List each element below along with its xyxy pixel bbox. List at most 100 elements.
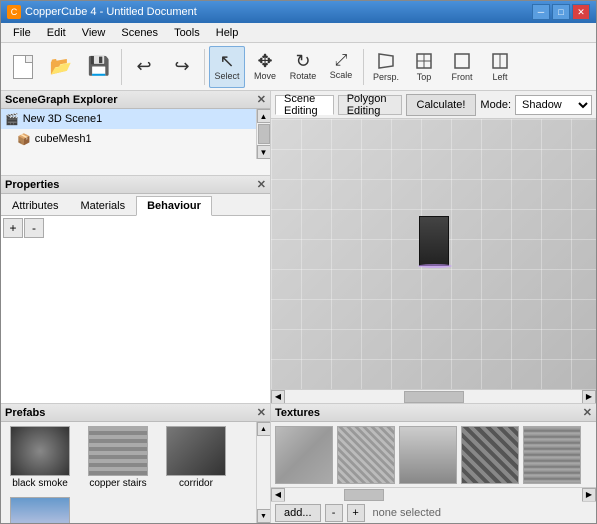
mode-select[interactable]: Shadow Wireframe Solid [515, 95, 592, 115]
texture-thumb-0[interactable] [275, 426, 333, 484]
textures-close[interactable]: ✕ [583, 406, 592, 419]
prefabs-panel: Prefabs ✕ black smoke copper stairs [1, 404, 271, 523]
redo-icon: ↪ [174, 56, 189, 77]
textures-plus-button[interactable]: + [347, 504, 365, 522]
scenegraph-close[interactable]: ✕ [257, 93, 266, 106]
tex-scroll-thumb[interactable] [344, 489, 384, 501]
maximize-button[interactable]: □ [552, 4, 570, 20]
prefabs-scroll-down[interactable]: ▼ [257, 509, 271, 523]
viewport-tab-scene[interactable]: Scene Editing [275, 95, 334, 115]
menu-scenes[interactable]: Scenes [113, 25, 166, 41]
hscroll-right-btn[interactable]: ▶ [582, 390, 596, 404]
undo-button[interactable]: ↩ [126, 46, 162, 88]
texture-thumb-3[interactable] [461, 426, 519, 484]
textures-hscrollbar[interactable]: ◀ ▶ [271, 487, 596, 501]
viewport-object [419, 216, 449, 266]
top-label: Top [417, 72, 432, 82]
scroll-down-btn[interactable]: ▼ [257, 145, 271, 159]
menu-file[interactable]: File [5, 25, 39, 41]
props-remove-button[interactable]: - [24, 218, 44, 238]
prefab-item-0[interactable]: black smoke [5, 426, 75, 489]
viewport-hscrollbar[interactable]: ◀ ▶ [271, 389, 596, 403]
tex-scroll-track[interactable] [285, 488, 582, 502]
textures-title: Textures [275, 407, 320, 419]
save-button[interactable]: 💾 [81, 46, 117, 88]
toolbar-separator-2 [204, 49, 205, 85]
tab-attributes[interactable]: Attributes [1, 196, 69, 215]
prefab-item-3[interactable]: default skybox [5, 497, 75, 523]
viewport-canvas[interactable] [271, 119, 596, 389]
left-button[interactable]: Left [482, 46, 518, 88]
move-button[interactable]: ✥ Move [247, 46, 283, 88]
tex-scroll-right[interactable]: ▶ [582, 488, 596, 502]
props-toolbar: + - [3, 218, 268, 238]
texture-grid [271, 422, 596, 487]
scale-button[interactable]: ⤢ Scale [323, 46, 359, 88]
prefabs-header: Prefabs ✕ [1, 404, 270, 422]
prefab-item-2[interactable]: corridor [161, 426, 231, 489]
scene-list: 🎬 New 3D Scene1 📦 cubeMesh1 ▲ ▼ [1, 109, 270, 159]
minimize-button[interactable]: ─ [532, 4, 550, 20]
prefab-label-1: copper stairs [89, 478, 146, 489]
persp-button[interactable]: Persp. [368, 46, 404, 88]
scenegraph-header: SceneGraph Explorer ✕ [1, 91, 270, 109]
titlebar-controls[interactable]: ─ □ ✕ [532, 4, 590, 20]
viewport-tab-polygon[interactable]: Polygon Editing [338, 95, 402, 115]
scene-item-1[interactable]: 📦 cubeMesh1 [1, 129, 256, 149]
calculate-button[interactable]: Calculate! [406, 94, 477, 116]
select-button[interactable]: ↖ Select [209, 46, 245, 88]
mode-label: Mode: [480, 99, 511, 111]
prefab-thumb-0 [10, 426, 70, 476]
bottom-area: Prefabs ✕ black smoke copper stairs [1, 403, 596, 523]
texture-thumb-2[interactable] [399, 426, 457, 484]
hscroll-track[interactable] [285, 390, 582, 404]
tab-behaviour[interactable]: Behaviour [136, 196, 212, 216]
textures-footer: add... - + none selected [271, 501, 596, 523]
scene-item-0[interactable]: 🎬 New 3D Scene1 [1, 109, 256, 129]
textures-panel: Textures ✕ ◀ ▶ add... - + none selected [271, 404, 596, 523]
prefabs-scroll-up[interactable]: ▲ [257, 422, 271, 436]
texture-thumb-4[interactable] [523, 426, 581, 484]
prefabs-scrollbar[interactable]: ▲ ▼ [256, 422, 270, 523]
scene-item-label-0: New 3D Scene1 [23, 113, 103, 125]
move-icon: ✥ [257, 52, 272, 70]
hscroll-thumb[interactable] [404, 391, 464, 403]
tex3-preview [400, 427, 456, 483]
front-button[interactable]: Front [444, 46, 480, 88]
tab-materials[interactable]: Materials [69, 196, 136, 215]
top-icon [414, 51, 434, 71]
left-icon [490, 51, 510, 71]
menu-edit[interactable]: Edit [39, 25, 74, 41]
texture-thumb-1[interactable] [337, 426, 395, 484]
hscroll-left-btn[interactable]: ◀ [271, 390, 285, 404]
scenegraph-scrollbar[interactable]: ▲ ▼ [256, 109, 270, 159]
scroll-up-btn[interactable]: ▲ [257, 109, 271, 123]
move-label: Move [254, 71, 276, 81]
menu-tools[interactable]: Tools [166, 25, 208, 41]
tex-scroll-left[interactable]: ◀ [271, 488, 285, 502]
menu-help[interactable]: Help [208, 25, 247, 41]
main-content: SceneGraph Explorer ✕ 🎬 New 3D Scene1 📦 … [1, 91, 596, 403]
textures-add-button[interactable]: add... [275, 504, 321, 522]
new-button[interactable] [5, 46, 41, 88]
props-add-button[interactable]: + [3, 218, 23, 238]
open-button[interactable]: 📂 [43, 46, 79, 88]
prefab-item-1[interactable]: copper stairs [83, 426, 153, 489]
close-button[interactable]: ✕ [572, 4, 590, 20]
menu-view[interactable]: View [74, 25, 114, 41]
prefabs-close[interactable]: ✕ [257, 406, 266, 419]
properties-close[interactable]: ✕ [257, 178, 266, 191]
top-button[interactable]: Top [406, 46, 442, 88]
properties-header: Properties ✕ [1, 176, 270, 194]
prefabs-title: Prefabs [5, 407, 45, 419]
new-doc-icon [13, 55, 33, 79]
persp-label: Persp. [373, 72, 399, 82]
left-label: Left [492, 72, 507, 82]
properties-content: + - [1, 216, 270, 403]
rotate-button[interactable]: ↻ Rotate [285, 46, 321, 88]
redo-button[interactable]: ↪ [164, 46, 200, 88]
textures-minus-button[interactable]: - [325, 504, 343, 522]
scroll-thumb[interactable] [258, 124, 270, 144]
prefab-thumb-2 [166, 426, 226, 476]
prefab-grid: black smoke copper stairs corridor [1, 422, 256, 523]
